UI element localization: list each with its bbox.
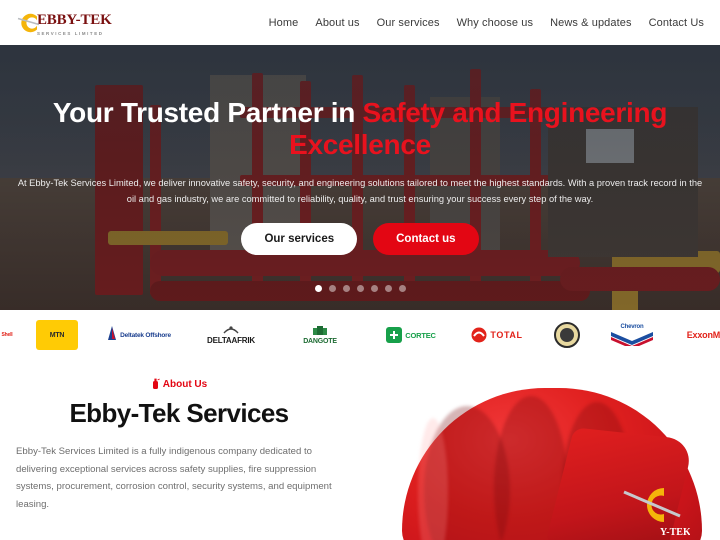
- about-heading: Ebby-Tek Services: [69, 398, 289, 428]
- main-navigation: Home About us Our services Why choose us…: [269, 17, 704, 29]
- nav-item-home[interactable]: Home: [269, 17, 299, 29]
- partner-logo-chevron: Chevron: [606, 322, 658, 348]
- nav-item-about-us[interactable]: About us: [315, 17, 359, 29]
- partner-logo-dangote: DANGOTE: [284, 322, 356, 348]
- about-kicker-label: About Us: [162, 378, 208, 390]
- partner-label-cortec: CORTEC: [405, 330, 436, 340]
- logo-tagline: SERVICES LIMITED: [37, 31, 104, 36]
- partner-logo-total: TOTAL: [466, 322, 528, 348]
- about-kicker: About Us: [8, 378, 350, 390]
- partner-label-total: TOTAL: [490, 330, 523, 340]
- hero-title: Your Trusted Partner in Safety and Engin…: [20, 97, 700, 161]
- partner-label-exxonmobil: ExxonMobil: [686, 330, 720, 340]
- logo-name: EBBY-TEK: [37, 12, 112, 28]
- partner-logo-nnpc: [550, 322, 584, 348]
- partner-label-deltatek: Deltatek Offshore: [120, 331, 171, 339]
- nav-item-contact-us[interactable]: Contact Us: [649, 17, 704, 29]
- partner-label-deltaafrik: DELTAAFRIK: [207, 336, 255, 345]
- site-header: EBBY-TEK SERVICES LIMITED Home About us …: [0, 0, 720, 45]
- ebby-tek-c-logo-icon: [14, 9, 42, 37]
- nav-item-our-services[interactable]: Our services: [377, 17, 440, 29]
- hero-carousel: Your Trusted Partner in Safety and Engin…: [0, 45, 720, 310]
- hero-title-plain: Your Trusted Partner in: [52, 97, 363, 128]
- carousel-dot-7[interactable]: [398, 285, 406, 292]
- nav-item-news-updates[interactable]: News & updates: [550, 17, 632, 29]
- site-logo[interactable]: EBBY-TEK SERVICES LIMITED: [14, 8, 112, 37]
- partner-label-mtn: MTN: [49, 331, 65, 339]
- svg-text:Y-TEK: Y-TEK: [660, 527, 690, 538]
- partner-logo-deltaafrik: DELTAAFRIK: [200, 322, 262, 348]
- partner-logo-exxonmobil: ExxonMobil: [680, 322, 720, 348]
- carousel-dot-6[interactable]: [384, 285, 392, 292]
- our-services-button[interactable]: Our services: [241, 223, 358, 256]
- carousel-dot-1[interactable]: [314, 285, 322, 292]
- carousel-dot-4[interactable]: [356, 285, 364, 292]
- helmet-logo-badge: Y-TEK: [620, 478, 691, 540]
- carousel-dot-2[interactable]: [328, 285, 336, 292]
- about-image: Y-TEK: [370, 360, 720, 540]
- contact-us-button[interactable]: Contact us: [373, 223, 479, 256]
- partner-logo-deltatek-offshore: Deltatek Offshore: [100, 322, 178, 348]
- partner-logo-shell-partial: Shell: [1, 332, 13, 338]
- about-section: About Us Ebby-Tek Services Ebby-Tek Serv…: [0, 360, 720, 540]
- about-body: Ebby-Tek Services Limited is a fully ind…: [16, 446, 332, 511]
- partner-logo-strip: Shell MTN Deltatek Offshore DELTAAFRIK D…: [0, 310, 720, 360]
- hero-button-group: Our services Contact us: [241, 223, 479, 256]
- hero-subtitle: At Ebby-Tek Services Limited, we deliver…: [17, 177, 703, 205]
- about-text-column: About Us Ebby-Tek Services Ebby-Tek Serv…: [0, 378, 350, 514]
- carousel-dot-5[interactable]: [370, 285, 378, 292]
- carousel-dots: [0, 285, 720, 292]
- carousel-dot-3[interactable]: [342, 285, 350, 292]
- nav-item-why-choose-us[interactable]: Why choose us: [457, 17, 534, 29]
- partner-logo-mtn: MTN: [36, 320, 78, 350]
- partner-logo-cortec: CORTEC: [378, 322, 444, 348]
- fire-extinguisher-icon: [152, 378, 160, 389]
- partner-label-dangote: DANGOTE: [303, 338, 337, 345]
